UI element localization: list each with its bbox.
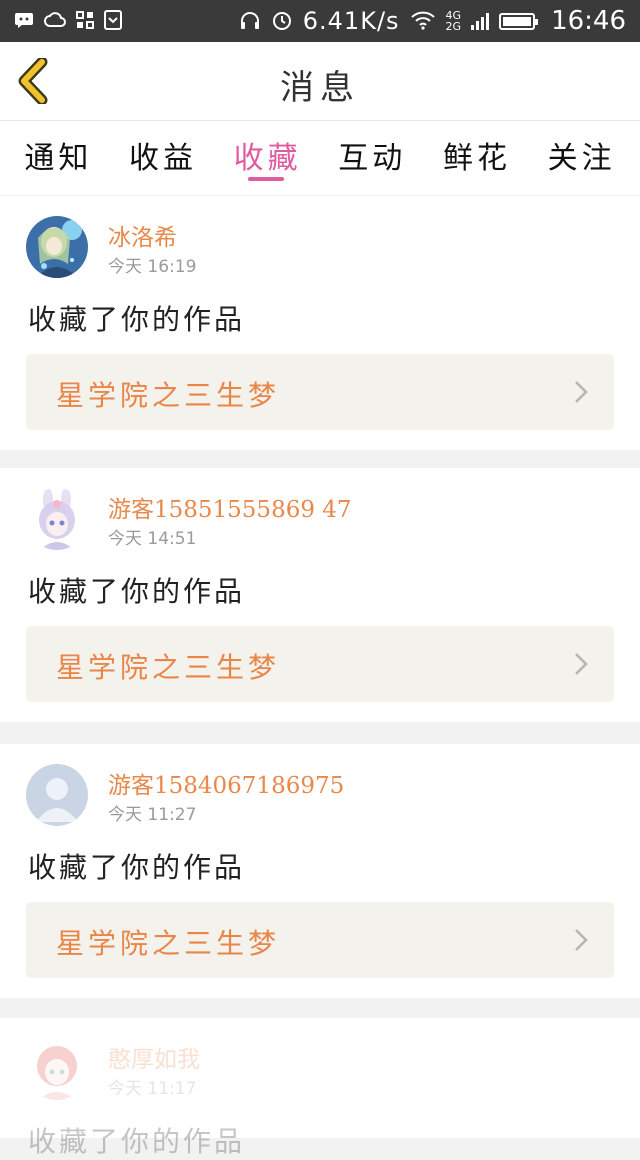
message-text: 收藏了你的作品 — [28, 575, 246, 608]
message-card[interactable]: 冰洛希 今天 16:19 收藏了你的作品 星学院之三生梦 — [0, 196, 640, 450]
work-link[interactable]: 星学院之三生梦 — [26, 902, 614, 978]
message-text: 收藏了你的作品 — [28, 851, 246, 884]
notification-icon — [14, 11, 34, 32]
chevron-right-icon — [575, 381, 588, 403]
username[interactable]: 憨厚如我 — [108, 1040, 200, 1074]
message-text: 收藏了你的作品 — [28, 303, 246, 336]
page-title: 消息 — [280, 68, 360, 108]
cloud-icon — [44, 11, 66, 31]
tab-earnings[interactable]: 收益 — [129, 121, 197, 177]
message-time: 今天 16:19 — [108, 257, 197, 277]
status-bar: 6.41K/s 4G 2G 16:46 — [0, 0, 640, 42]
tab-notifications[interactable]: 通知 — [24, 121, 92, 177]
username[interactable]: 冰洛希 — [108, 218, 177, 252]
message-text: 收藏了你的作品 — [28, 1125, 246, 1158]
alarm-icon — [271, 9, 293, 34]
wifi-icon — [410, 10, 436, 33]
clock: 16:46 — [551, 6, 626, 36]
network-type-bottom: 2G — [445, 20, 462, 33]
battery-icon — [499, 12, 539, 30]
work-link[interactable]: 星学院之三生梦 — [26, 626, 614, 702]
tab-flowers[interactable]: 鲜花 — [443, 121, 511, 177]
message-time: 今天 11:17 — [108, 1079, 197, 1099]
work-link[interactable]: 星学院之三生梦 — [26, 354, 614, 430]
chevron-right-icon — [575, 929, 588, 951]
work-title: 星学院之三生梦 — [56, 651, 281, 684]
work-title: 星学院之三生梦 — [56, 379, 281, 412]
username[interactable]: 游客1584067186975 — [108, 766, 344, 800]
work-title: 星学院之三生梦 — [56, 927, 281, 960]
network-speed: 6.41K/s — [302, 7, 400, 35]
avatar[interactable] — [26, 216, 88, 278]
tab-bar: 通知 收益 收藏 互动 鲜花 关注 — [0, 121, 640, 195]
username[interactable]: 游客15851555869 47 — [108, 490, 352, 524]
headphones-icon — [239, 10, 261, 33]
message-time: 今天 11:27 — [108, 805, 197, 825]
app-header: 消息 — [0, 42, 640, 121]
apps-icon — [76, 10, 94, 32]
message-time: 今天 14:51 — [108, 529, 197, 549]
message-card[interactable]: 游客15851555869 47 今天 14:51 收藏了你的作品 星学院之三生… — [0, 468, 640, 722]
signal-icon — [471, 12, 490, 30]
tab-interactions[interactable]: 互动 — [338, 121, 406, 177]
screenshot-icon — [104, 9, 122, 33]
message-card[interactable]: 憨厚如我 今天 11:17 收藏了你的作品 — [0, 1018, 640, 1158]
tab-follows[interactable]: 关注 — [548, 121, 616, 177]
network-type: 4G 2G — [446, 10, 462, 32]
avatar[interactable] — [26, 1038, 88, 1100]
avatar[interactable] — [26, 488, 88, 550]
message-card[interactable]: 游客1584067186975 今天 11:27 收藏了你的作品 星学院之三生梦 — [0, 744, 640, 998]
avatar[interactable] — [26, 764, 88, 826]
chevron-right-icon — [575, 653, 588, 675]
tab-favorites[interactable]: 收藏 — [234, 121, 302, 181]
